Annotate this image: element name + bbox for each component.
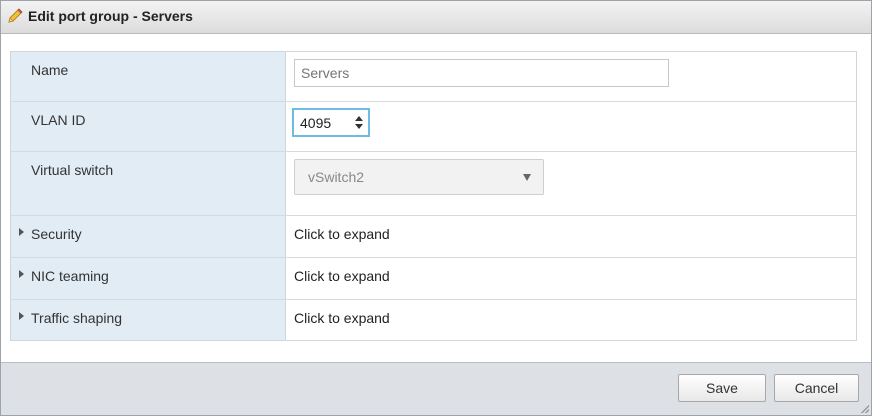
expand-arrow-icon[interactable] — [19, 312, 24, 320]
virtual-switch-label: Virtual switch — [31, 162, 114, 178]
dropdown-arrow-icon — [523, 174, 531, 181]
vlan-id-label: VLAN ID — [31, 112, 86, 128]
dialog-titlebar: Edit port group - Servers — [1, 1, 871, 34]
nic-teaming-label: NIC teaming — [31, 268, 109, 284]
cancel-button[interactable]: Cancel — [774, 374, 859, 402]
virtual-switch-selected: vSwitch2 — [308, 169, 365, 185]
vlan-id-value: 4095 — [300, 115, 332, 131]
row-traffic-shaping[interactable]: Traffic shaping Click to expand — [11, 300, 856, 340]
spin-up-icon[interactable] — [355, 116, 363, 121]
vlan-id-input[interactable]: 4095 — [292, 108, 370, 137]
expand-arrow-icon[interactable] — [19, 228, 24, 236]
security-label: Security — [31, 226, 82, 242]
row-vlan-id: VLAN ID 4095 — [11, 102, 856, 152]
row-security[interactable]: Security Click to expand — [11, 216, 856, 258]
traffic-shaping-expand-link[interactable]: Click to expand — [294, 310, 390, 326]
name-label: Name — [31, 62, 69, 78]
pencil-icon — [6, 7, 24, 25]
virtual-switch-select[interactable]: vSwitch2 — [294, 159, 544, 195]
nic-teaming-expand-link[interactable]: Click to expand — [294, 268, 390, 284]
dialog-footer: Save Cancel — [1, 362, 871, 415]
edit-port-group-dialog: Edit port group - Servers Name VLAN ID 4… — [0, 0, 872, 416]
security-expand-link[interactable]: Click to expand — [294, 226, 390, 242]
name-input[interactable] — [294, 59, 669, 87]
save-button[interactable]: Save — [678, 374, 766, 402]
spin-down-icon[interactable] — [355, 124, 363, 129]
traffic-shaping-label: Traffic shaping — [31, 310, 123, 326]
expand-arrow-icon[interactable] — [19, 270, 24, 278]
settings-grid: Name VLAN ID 4095 Virtual switch vSw — [10, 51, 857, 341]
resize-grip-icon[interactable] — [861, 405, 869, 413]
spinner-icon[interactable] — [354, 114, 364, 132]
dialog-content: Name VLAN ID 4095 Virtual switch vSw — [1, 34, 871, 362]
dialog-title: Edit port group - Servers — [28, 8, 193, 24]
row-virtual-switch: Virtual switch vSwitch2 — [11, 152, 856, 216]
row-name: Name — [11, 52, 856, 102]
row-nic-teaming[interactable]: NIC teaming Click to expand — [11, 258, 856, 300]
